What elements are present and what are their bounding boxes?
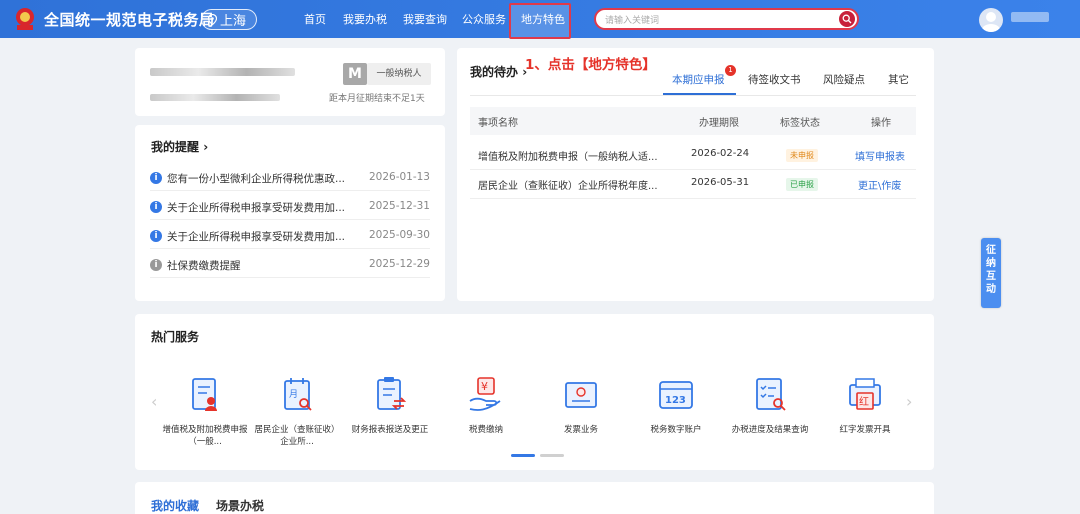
taxpayer-badge: M bbox=[343, 63, 367, 85]
site-title[interactable]: 全国统一规范电子税务局 bbox=[44, 9, 215, 30]
svg-text:红: 红 bbox=[859, 395, 869, 408]
tabs-divider bbox=[470, 95, 916, 96]
annotation-text: 1、点击【地方特色】 bbox=[525, 57, 656, 73]
info-icon: i bbox=[150, 172, 162, 184]
status-badge: 未申报 bbox=[786, 149, 818, 162]
table-row: 居民企业（查账征收）企业所得税年度... 2026-05-31 已申报 更正\作… bbox=[470, 170, 916, 199]
calendar-search-icon: 月 bbox=[284, 378, 312, 411]
search-icon bbox=[842, 14, 852, 24]
location-selector[interactable]: 上海 bbox=[201, 9, 257, 30]
service-vat-declaration[interactable]: 增值税及附加税费申报（一般... bbox=[162, 375, 248, 448]
tax-payment-icon: ¥ bbox=[469, 377, 501, 411]
red-invoice-icon: 红 bbox=[849, 378, 881, 410]
status-badge: 已申报 bbox=[786, 178, 818, 191]
nav-home[interactable]: 首页 bbox=[304, 11, 326, 27]
reminders-title[interactable]: 我的提醒 › bbox=[151, 138, 208, 155]
carousel-indicator-active[interactable] bbox=[511, 454, 535, 457]
tab-scenario-tax[interactable]: 场景办税 bbox=[216, 497, 264, 514]
top-bar: 全国统一规范电子税务局 上海 首页 我要办税 我要查询 公众服务 地方特色 请输… bbox=[0, 0, 1080, 39]
svg-text:123: 123 bbox=[665, 395, 686, 406]
nav-local-features[interactable]: 地方特色 bbox=[521, 11, 565, 27]
location-pin-icon bbox=[208, 14, 217, 25]
reminder-item[interactable]: i 您有一份小型微利企业所得税优惠政... 2026-01-13 bbox=[150, 167, 430, 191]
report-exchange-icon bbox=[377, 377, 407, 410]
vat-declaration-icon bbox=[192, 378, 217, 411]
service-red-invoice[interactable]: 红 红字发票开具 bbox=[822, 375, 908, 436]
info-icon: i bbox=[150, 259, 162, 271]
tax-id-redacted bbox=[150, 94, 280, 101]
tax-emblem-icon bbox=[16, 8, 34, 30]
user-icon bbox=[982, 12, 1000, 32]
reminder-item[interactable]: i 关于企业所得税申报享受研发费用加... 2025-12-31 bbox=[150, 196, 430, 220]
progress-query-icon bbox=[756, 378, 786, 411]
fill-declaration-link[interactable]: 填写申报表 bbox=[855, 148, 905, 163]
location-label: 上海 bbox=[220, 14, 247, 29]
tab-risk-doubts[interactable]: 风险疑点 bbox=[823, 72, 865, 87]
service-enterprise-income[interactable]: 月 居民企业（查账征收）企业所... bbox=[254, 375, 340, 448]
user-avatar[interactable] bbox=[979, 8, 1003, 32]
taxpayer-type: 一般纳税人 bbox=[367, 63, 431, 85]
tab-my-favorites[interactable]: 我的收藏 bbox=[151, 497, 199, 514]
carousel-prev-arrow[interactable]: ‹ bbox=[151, 392, 157, 411]
table-row: 增值税及附加税费申报（一般纳税人适... 2026-02-24 未申报 填写申报… bbox=[470, 141, 916, 170]
service-financial-report[interactable]: 财务报表报送及更正 bbox=[347, 375, 433, 436]
service-digital-account[interactable]: 123 税务数字账户 bbox=[633, 375, 719, 436]
todo-title[interactable]: 我的待办 › bbox=[470, 63, 527, 80]
tab-badge: 1 bbox=[725, 65, 736, 76]
search-input[interactable]: 请输入关键词 bbox=[605, 13, 659, 26]
nav-public-service[interactable]: 公众服务 bbox=[462, 11, 506, 27]
interaction-side-tab[interactable]: 征纳互动 bbox=[981, 238, 1001, 308]
reminder-item[interactable]: i 关于企业所得税申报享受研发费用加... 2025-09-30 bbox=[150, 225, 430, 249]
digital-account-icon: 123 bbox=[659, 381, 693, 409]
hot-services-title: 热门服务 bbox=[151, 330, 200, 344]
service-invoice[interactable]: 发票业务 bbox=[538, 375, 624, 436]
service-tax-payment[interactable]: ¥ 税费缴纳 bbox=[443, 375, 529, 436]
deadline-note: 距本月征期结束不足1天 bbox=[329, 94, 425, 104]
company-name-redacted bbox=[150, 68, 295, 76]
nav-tax-handling[interactable]: 我要办税 bbox=[343, 11, 387, 27]
tab-current-declaration[interactable]: 本期应申报 bbox=[672, 72, 725, 87]
search-button[interactable] bbox=[839, 11, 855, 27]
service-progress-query[interactable]: 办税进度及结果查询 bbox=[727, 375, 813, 436]
user-name[interactable] bbox=[1011, 12, 1049, 22]
search-box[interactable]: 请输入关键词 bbox=[594, 8, 859, 30]
info-icon: i bbox=[150, 230, 162, 242]
tab-pending-documents[interactable]: 待签收文书 bbox=[748, 72, 801, 87]
svg-text:月: 月 bbox=[289, 389, 298, 400]
invoice-icon bbox=[565, 382, 597, 408]
table-header: 事项名称 办理期限 标签状态 操作 bbox=[470, 107, 916, 135]
nav-query[interactable]: 我要查询 bbox=[403, 11, 447, 27]
reminder-item[interactable]: i 社保费缴费提醒 2025-12-29 bbox=[150, 254, 430, 278]
svg-text:¥: ¥ bbox=[481, 380, 488, 393]
tab-others[interactable]: 其它 bbox=[888, 72, 909, 87]
correct-void-link[interactable]: 更正\作废 bbox=[858, 177, 901, 192]
carousel-indicator[interactable] bbox=[540, 454, 564, 457]
info-icon: i bbox=[150, 201, 162, 213]
